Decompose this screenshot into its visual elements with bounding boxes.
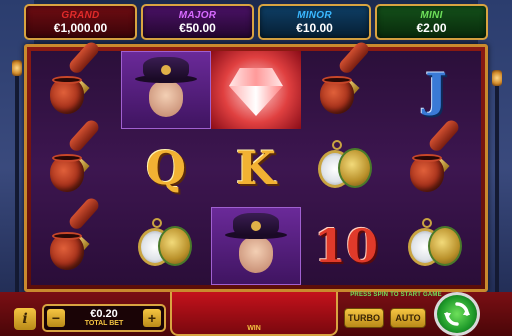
pipe-icon [406, 117, 466, 196]
pipe-icon [46, 39, 106, 118]
bet-increase-button[interactable]: + [143, 309, 161, 327]
letter-symbol: Q [145, 141, 187, 195]
reel-cell: 10 [301, 207, 391, 285]
reel-cell [211, 51, 301, 129]
refresh-arrows-icon [444, 302, 470, 326]
reel-grid: J Q K 10 [31, 39, 481, 285]
info-button[interactable]: i [14, 308, 36, 330]
letter-symbol: 10 [313, 219, 378, 273]
jackpot-minor: MINOR €10.00 [258, 4, 371, 40]
jackpot-major: MAJOR €50.00 [141, 4, 254, 40]
jackpot-value: €10.00 [296, 20, 333, 35]
spin-button[interactable] [434, 292, 480, 336]
pocket-watch-icon [406, 218, 466, 274]
reel-cell: K [211, 129, 301, 207]
jackpot-value: €2.00 [416, 20, 447, 35]
pipe-icon [316, 39, 376, 118]
jackpot-label: MINI [420, 9, 443, 21]
auto-button[interactable]: AUTO [390, 308, 426, 328]
jackpot-label: GRAND [61, 9, 100, 21]
lamp-post [15, 76, 19, 306]
reel-cell [211, 207, 301, 285]
street-lamp-icon [12, 60, 22, 76]
win-label: WIN [247, 325, 261, 332]
jackpot-grand: GRAND €1,000.00 [24, 4, 137, 40]
bet-decrease-button[interactable]: − [47, 309, 65, 327]
jackpot-label: MINOR [297, 9, 332, 21]
bet-value: €0.20 [90, 308, 118, 320]
reel-cell [31, 39, 121, 129]
turbo-button[interactable]: TURBO [344, 308, 384, 328]
reel-cell: J [391, 51, 481, 129]
jackpot-label: MAJOR [178, 9, 217, 21]
pipe-icon [46, 117, 106, 196]
win-display: WIN [170, 292, 338, 336]
reel-cell [391, 117, 481, 207]
bet-selector: − €0.20 TOTAL BET + [42, 304, 166, 332]
reel-cell: Q [121, 129, 211, 207]
pocket-watch-icon [316, 140, 376, 196]
reel-cell [121, 207, 211, 285]
reel-cell [31, 195, 121, 285]
jackpot-mini: MINI €2.00 [375, 4, 488, 40]
pocket-watch-icon [136, 218, 196, 274]
spin-hint: PRESS SPIN TO START GAME [350, 292, 442, 298]
lady-portrait-icon [221, 213, 291, 279]
reel-frame: J Q K 10 [24, 39, 488, 292]
jackpot-value: €50.00 [179, 20, 216, 35]
jackpot-bar: GRAND €1,000.00 MAJOR €50.00 MINOR €10.0… [24, 4, 488, 44]
letter-symbol: J [425, 63, 447, 117]
reel-cell [31, 117, 121, 207]
diamond-icon [225, 62, 287, 118]
bet-label: TOTAL BET [84, 320, 124, 327]
lamp-post [495, 86, 499, 306]
control-bar: i − €0.20 TOTAL BET + WIN PRESS SPIN TO … [0, 292, 512, 336]
jackpot-value: €1,000.00 [53, 20, 108, 35]
pipe-icon [46, 195, 106, 274]
reel-cell [391, 207, 481, 285]
reel-cell [301, 39, 391, 129]
letter-symbol: K [236, 141, 276, 195]
reel-cell [121, 51, 211, 129]
lady-portrait-icon [131, 57, 201, 123]
street-lamp-icon [492, 70, 502, 86]
reel-cell [301, 129, 391, 207]
